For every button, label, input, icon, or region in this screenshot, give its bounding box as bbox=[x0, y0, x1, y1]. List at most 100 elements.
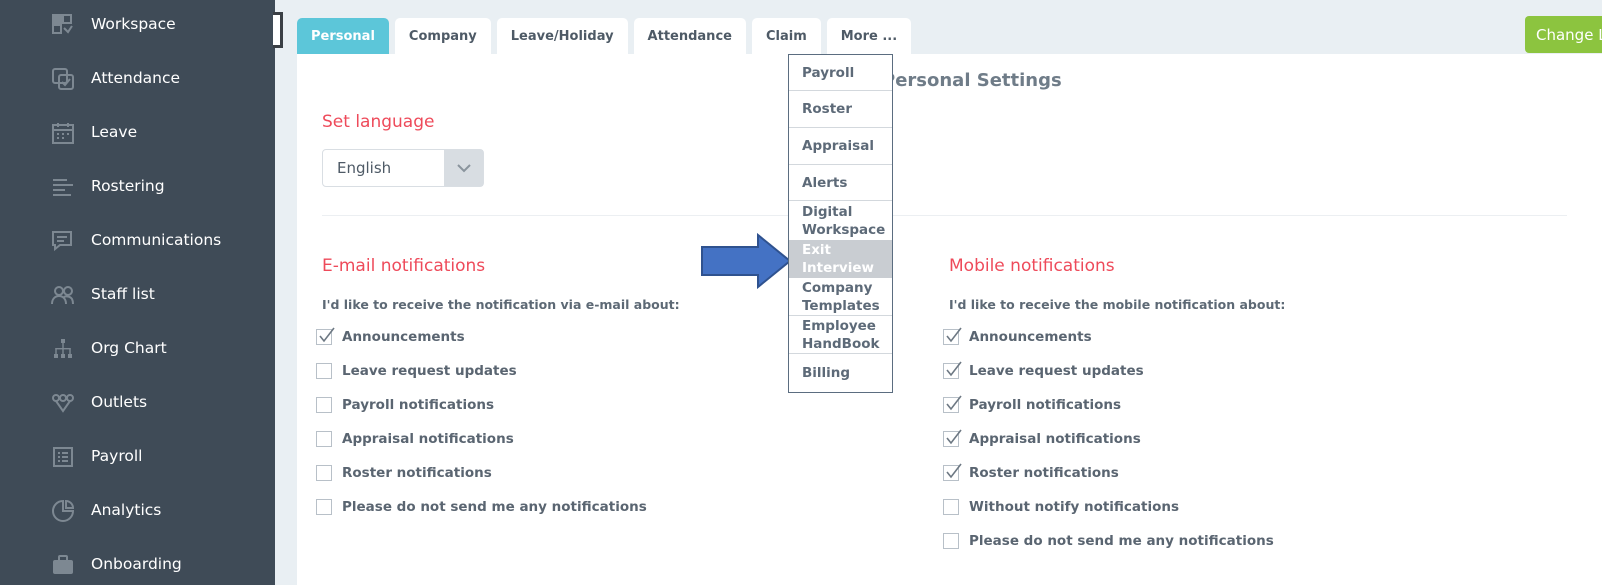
checkbox[interactable] bbox=[316, 397, 332, 413]
sidebar-item-label: Onboarding bbox=[91, 555, 182, 573]
email-option-row[interactable]: Payroll notifications bbox=[316, 395, 494, 415]
attendance-icon bbox=[50, 66, 76, 92]
email-option-row[interactable]: Please do not send me any notifications bbox=[316, 497, 647, 517]
checkbox-checked[interactable] bbox=[943, 395, 962, 413]
menu-item-company-templates[interactable]: Company Templates bbox=[789, 278, 892, 316]
checkbox-checked[interactable] bbox=[943, 463, 962, 481]
arrow-pointer-icon bbox=[701, 233, 792, 289]
menu-item-billing[interactable]: Billing bbox=[789, 354, 892, 392]
menu-item-appraisal[interactable]: Appraisal bbox=[789, 128, 892, 165]
briefcase-icon bbox=[50, 552, 76, 578]
menu-item-alerts[interactable]: Alerts bbox=[789, 165, 892, 201]
mobile-option-label: Announcements bbox=[969, 329, 1092, 345]
language-select[interactable]: English bbox=[322, 149, 484, 187]
page-title: Personal Settings bbox=[882, 70, 1062, 91]
checkmark-icon bbox=[946, 327, 962, 343]
sidebar-item-workspace[interactable]: Workspace bbox=[0, 4, 275, 44]
email-option-row[interactable]: Announcements bbox=[316, 327, 465, 347]
sidebar-item-label: Payroll bbox=[91, 447, 143, 465]
calendar-icon bbox=[50, 120, 76, 146]
checkbox-checked[interactable] bbox=[943, 361, 962, 379]
menu-item-digital-workspace[interactable]: Digital Workspace bbox=[789, 201, 892, 240]
sidebar-item-label: Rostering bbox=[91, 177, 165, 195]
checkmark-icon bbox=[946, 463, 962, 479]
email-option-label: Announcements bbox=[342, 329, 465, 345]
menu-item-roster[interactable]: Roster bbox=[789, 91, 892, 128]
email-description: I'd like to receive the notification via… bbox=[322, 297, 680, 312]
checkbox[interactable] bbox=[943, 499, 959, 515]
chevron-down-icon[interactable] bbox=[444, 150, 483, 186]
chat-icon bbox=[50, 228, 76, 254]
sidebar-toggle[interactable] bbox=[273, 12, 283, 48]
menu-item-payroll[interactable]: Payroll bbox=[789, 55, 892, 91]
sidebar-item-payroll[interactable]: Payroll bbox=[0, 436, 275, 476]
payroll-icon bbox=[50, 444, 76, 470]
checkbox-checked[interactable] bbox=[943, 327, 962, 345]
sidebar-item-rostering[interactable]: Rostering bbox=[0, 166, 275, 206]
checkbox[interactable] bbox=[316, 363, 332, 379]
mobile-option-label: Without notify notifications bbox=[969, 499, 1180, 515]
language-section-title: Set language bbox=[322, 112, 435, 132]
settings-panel: Personal Settings Set language English E… bbox=[297, 54, 1602, 585]
settings-tabs: Personal Company Leave/Holiday Attendanc… bbox=[297, 18, 912, 54]
mobile-option-label: Please do not send me any notifications bbox=[969, 533, 1274, 549]
sidebar-item-label: Analytics bbox=[91, 501, 162, 519]
tab-claim[interactable]: Claim bbox=[751, 18, 821, 54]
tab-more[interactable]: More ... bbox=[826, 18, 912, 54]
sidebar-item-label: Communications bbox=[91, 231, 222, 249]
tab-personal[interactable]: Personal bbox=[297, 18, 389, 54]
sidebar-item-leave[interactable]: Leave bbox=[0, 112, 275, 152]
org-chart-icon bbox=[50, 336, 76, 362]
checkbox-checked[interactable] bbox=[316, 327, 335, 345]
mobile-option-row[interactable]: Appraisal notifications bbox=[943, 429, 1141, 449]
sidebar-item-onboarding[interactable]: Onboarding bbox=[0, 544, 275, 584]
change-button[interactable]: Change Lo bbox=[1525, 16, 1602, 53]
email-option-row[interactable]: Leave request updates bbox=[316, 361, 517, 381]
menu-item-exit-interview[interactable]: Exit Interview bbox=[789, 240, 892, 278]
mobile-option-label: Roster notifications bbox=[969, 465, 1119, 481]
menu-item-employee-handbook[interactable]: Employee HandBook bbox=[789, 316, 892, 354]
mobile-option-row[interactable]: Announcements bbox=[943, 327, 1092, 347]
email-option-row[interactable]: Appraisal notifications bbox=[316, 429, 514, 449]
outlets-icon bbox=[50, 390, 76, 416]
sidebar-item-attendance[interactable]: Attendance bbox=[0, 58, 275, 98]
checkbox[interactable] bbox=[316, 431, 332, 447]
sidebar-item-label: Workspace bbox=[91, 15, 176, 33]
mobile-option-label: Payroll notifications bbox=[969, 397, 1122, 413]
email-option-label: Roster notifications bbox=[342, 465, 492, 481]
mobile-option-row[interactable]: Without notify notifications bbox=[943, 497, 1179, 517]
section-divider bbox=[322, 215, 1567, 216]
mobile-option-row[interactable]: Please do not send me any notifications bbox=[943, 531, 1274, 551]
sidebar-item-outlets[interactable]: Outlets bbox=[0, 382, 275, 422]
checkbox-checked[interactable] bbox=[943, 429, 962, 447]
sidebar-item-label: Org Chart bbox=[91, 339, 167, 357]
tab-attendance[interactable]: Attendance bbox=[633, 18, 746, 54]
sidebar-item-label: Outlets bbox=[91, 393, 148, 411]
language-select-value: English bbox=[337, 159, 392, 177]
mobile-option-row[interactable]: Leave request updates bbox=[943, 361, 1144, 381]
email-option-label: Leave request updates bbox=[342, 363, 517, 379]
tab-company[interactable]: Company bbox=[394, 18, 491, 54]
email-option-label: Please do not send me any notifications bbox=[342, 499, 647, 515]
checkbox[interactable] bbox=[943, 533, 959, 549]
mobile-section-title: Mobile notifications bbox=[949, 256, 1115, 276]
mobile-option-row[interactable]: Roster notifications bbox=[943, 463, 1119, 483]
sidebar-item-label: Leave bbox=[91, 123, 138, 141]
tab-leave-holiday[interactable]: Leave/Holiday bbox=[496, 18, 628, 54]
sidebar-item-label: Attendance bbox=[91, 69, 181, 87]
mobile-option-row[interactable]: Payroll notifications bbox=[943, 395, 1121, 415]
sidebar-item-staff-list[interactable]: Staff list bbox=[0, 274, 275, 314]
analytics-icon bbox=[50, 498, 76, 524]
sidebar-item-analytics[interactable]: Analytics bbox=[0, 490, 275, 530]
checkmark-icon bbox=[946, 429, 962, 445]
staff-icon bbox=[50, 282, 76, 308]
checkbox[interactable] bbox=[316, 499, 332, 515]
workspace-icon bbox=[50, 12, 76, 38]
sidebar-item-communications[interactable]: Communications bbox=[0, 220, 275, 260]
checkbox[interactable] bbox=[316, 465, 332, 481]
email-option-row[interactable]: Roster notifications bbox=[316, 463, 492, 483]
sidebar-item-org-chart[interactable]: Org Chart bbox=[0, 328, 275, 368]
email-section-title: E-mail notifications bbox=[322, 256, 486, 276]
sidebar: Workspace Attendance Leave Rostering Com… bbox=[0, 0, 275, 585]
email-option-label: Appraisal notifications bbox=[342, 431, 514, 447]
